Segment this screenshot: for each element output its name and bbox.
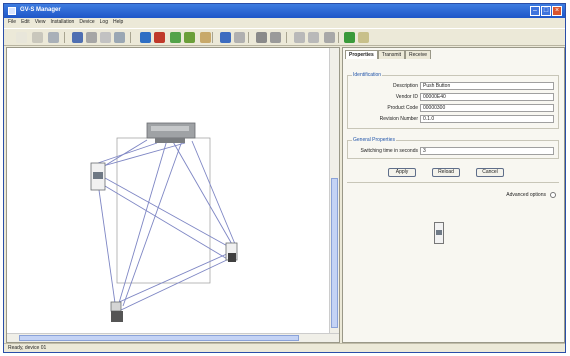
preview-icon[interactable]	[100, 32, 111, 43]
status-text: Ready, device 01	[8, 345, 47, 351]
reload-button[interactable]: Reload	[432, 168, 460, 177]
unlink-icon[interactable]	[184, 32, 195, 43]
layout-icon[interactable]	[294, 32, 305, 43]
minimize-button[interactable]: –	[530, 6, 540, 16]
close-button[interactable]: ×	[552, 6, 562, 16]
forward-icon[interactable]	[200, 32, 211, 43]
print-icon[interactable]	[86, 32, 97, 43]
revision-number-label: Revision Number	[379, 116, 418, 122]
toolbar-separator	[338, 32, 339, 43]
status-bar: Ready, device 01	[4, 343, 565, 352]
menu-edit[interactable]: Edit	[21, 18, 30, 27]
horizontal-scrollbar[interactable]	[7, 333, 339, 342]
app-icon	[8, 7, 16, 15]
connection-line	[118, 139, 168, 304]
maximize-button[interactable]: □	[541, 6, 551, 16]
vendor-id-row: Vendor ID 00000E40	[348, 93, 560, 101]
switching-time-label: Switching time in seconds	[360, 148, 418, 154]
tab-strip: Properties Transmit Receive	[345, 50, 432, 59]
title-bar: GV-S Manager – □ ×	[4, 4, 565, 18]
toolbar-separator	[212, 32, 213, 43]
revision-number-field[interactable]: 0.1.0	[420, 115, 554, 123]
properties-icon[interactable]	[114, 32, 125, 43]
vendor-id-field[interactable]: 00000E40	[420, 93, 554, 101]
vertical-scrollbar[interactable]	[329, 48, 339, 342]
description-field[interactable]: Push Button	[420, 82, 554, 90]
open-icon[interactable]	[32, 32, 43, 43]
menu-view[interactable]: View	[35, 18, 46, 27]
config-icon[interactable]	[324, 32, 335, 43]
description-row: Description Push Button	[348, 82, 560, 90]
sensor-device-right[interactable]	[225, 242, 238, 262]
general-properties-group: General Properties Switching time in sec…	[347, 137, 560, 159]
switching-time-row: Switching time in seconds 3	[348, 147, 560, 155]
main-window: GV-S Manager – □ × File Edit View Instal…	[3, 3, 566, 353]
properties-panel: Properties Transmit Receive Identificati…	[342, 47, 565, 343]
undo-icon[interactable]	[220, 32, 231, 43]
exit-icon[interactable]	[358, 32, 369, 43]
connection-line	[191, 140, 236, 245]
grid-icon[interactable]	[48, 32, 59, 43]
menu-log[interactable]: Log	[100, 18, 108, 27]
tab-properties[interactable]: Properties	[345, 50, 378, 59]
advanced-options-toggle[interactable]	[550, 192, 556, 198]
connection-line	[171, 139, 234, 247]
vendor-id-label: Vendor ID	[395, 94, 418, 100]
advanced-options-label: Advanced options	[506, 192, 546, 198]
connection-line	[98, 189, 116, 304]
product-code-row: Product Code 00000300	[348, 104, 560, 112]
product-code-label: Product Code	[387, 105, 418, 111]
vertical-scroll-thumb[interactable]	[331, 178, 338, 328]
toolbar-separator	[286, 32, 287, 43]
identification-group: Identification Description Push Button V…	[347, 72, 560, 129]
zoom-icon[interactable]	[256, 32, 267, 43]
connection-line	[122, 140, 183, 307]
menu-file[interactable]: File	[8, 18, 16, 27]
actuator-device-bottom[interactable]	[110, 301, 123, 322]
description-label: Description	[392, 83, 418, 89]
horizontal-scroll-thumb[interactable]	[19, 335, 299, 341]
toolbar	[4, 28, 565, 46]
menu-bar: File Edit View Installation Device Log H…	[4, 18, 565, 27]
connection-line	[102, 142, 186, 167]
menu-installation[interactable]: Installation	[50, 18, 74, 27]
link-icon[interactable]	[170, 32, 181, 43]
pushbutton-device[interactable]	[90, 162, 106, 191]
tab-transmit[interactable]: Transmit	[377, 50, 405, 59]
device-preview-icon	[434, 222, 444, 244]
apply-button[interactable]: Apply	[388, 168, 416, 177]
tools-icon[interactable]	[308, 32, 319, 43]
connection-line	[104, 185, 230, 261]
new-icon[interactable]	[16, 32, 27, 43]
switching-time-field[interactable]: 3	[420, 147, 554, 155]
toolbar-separator	[64, 32, 65, 43]
fit-icon[interactable]	[270, 32, 281, 43]
center-device[interactable]	[146, 122, 196, 143]
tab-receive[interactable]: Receive	[405, 50, 432, 59]
toolbar-separator	[248, 32, 249, 43]
save-icon[interactable]	[72, 32, 83, 43]
check-icon[interactable]	[344, 32, 355, 43]
connection-lines	[97, 139, 236, 311]
record-icon[interactable]	[154, 32, 165, 43]
globe-icon[interactable]	[140, 32, 151, 43]
divider	[347, 182, 559, 183]
product-code-field[interactable]: 00000300	[420, 104, 554, 112]
menu-device[interactable]: Device	[79, 18, 94, 27]
redo-icon[interactable]	[234, 32, 245, 43]
cancel-button[interactable]: Cancel	[476, 168, 504, 177]
toolbar-separator	[130, 32, 131, 43]
connection-line	[100, 139, 148, 169]
revision-number-row: Revision Number 0.1.0	[348, 115, 560, 123]
diagram-canvas[interactable]	[6, 47, 340, 343]
general-properties-title: General Properties	[352, 137, 396, 143]
menu-help[interactable]: Help	[113, 18, 123, 27]
window-title: GV-S Manager	[20, 7, 61, 13]
connection-line	[116, 252, 230, 304]
device-topology-diagram	[90, 122, 238, 322]
identification-title: Identification	[352, 72, 383, 78]
